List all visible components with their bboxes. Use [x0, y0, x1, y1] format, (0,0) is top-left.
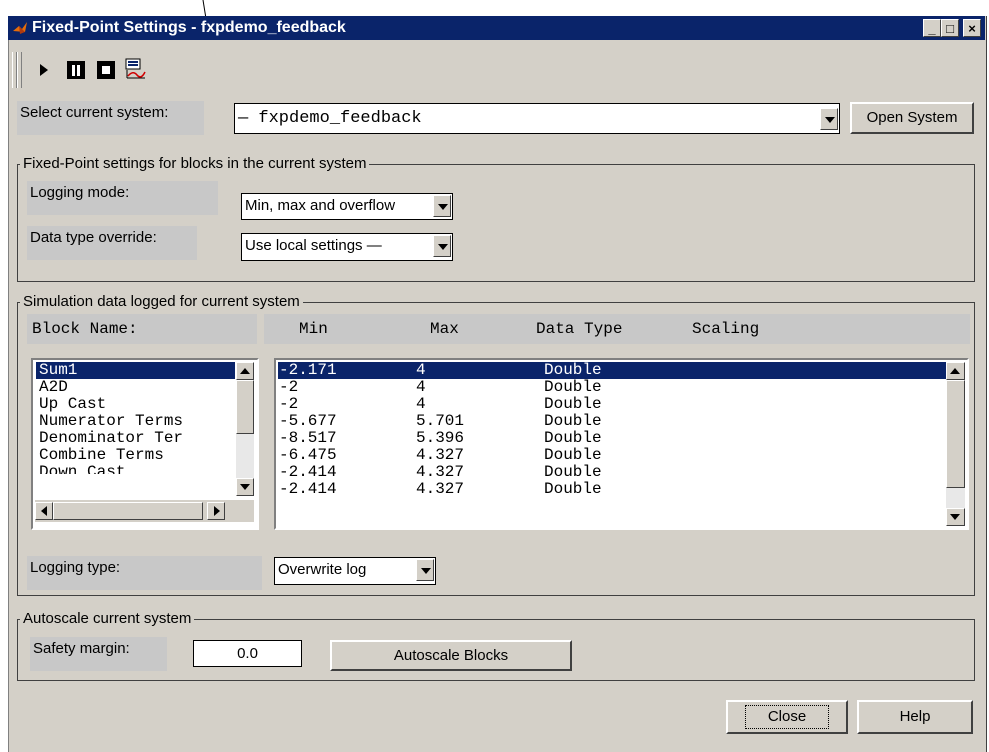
data-type-override-label: Data type override:: [27, 226, 197, 260]
chevron-down-icon[interactable]: [433, 235, 451, 257]
table-cell-type[interactable]: Double: [544, 379, 602, 396]
logging-mode-label: Logging mode:: [27, 181, 218, 215]
list-item[interactable]: Up Cast: [39, 396, 106, 413]
col-min-header: Min: [299, 320, 328, 338]
list-item[interactable]: Sum1: [36, 362, 235, 379]
table-cell-min[interactable]: -2.171: [279, 362, 337, 379]
table-cell-type[interactable]: Double: [544, 430, 602, 447]
table-cell-max[interactable]: 4.327: [416, 481, 464, 498]
table-cell-type[interactable]: Double: [544, 413, 602, 430]
scroll-up-icon[interactable]: [236, 362, 254, 380]
pause-icon[interactable]: [66, 60, 86, 80]
col-scaling-header: Scaling: [692, 320, 760, 338]
autoscale-blocks-button[interactable]: Autoscale Blocks: [330, 640, 572, 671]
hscroll-thumb[interactable]: [53, 502, 203, 520]
table-cell-max[interactable]: 4: [416, 379, 426, 396]
table-cell-min[interactable]: -2.414: [279, 464, 337, 481]
scroll-left-icon[interactable]: [35, 502, 53, 520]
window-title: Fixed-Point Settings - fxpdemo_feedback: [32, 19, 346, 36]
scroll-up-icon[interactable]: [946, 362, 965, 380]
table-cell-min[interactable]: -5.677: [279, 413, 337, 430]
select-system-label: Select current system:: [17, 101, 204, 135]
table-cell-type[interactable]: Double: [544, 362, 602, 379]
help-button[interactable]: Help: [857, 700, 973, 734]
list-item[interactable]: A2D: [39, 379, 68, 396]
table-cell-type[interactable]: Double: [544, 396, 602, 413]
table-cell-min[interactable]: -2: [279, 379, 298, 396]
logging-type-label: Logging type:: [27, 556, 262, 590]
table-cell-type[interactable]: Double: [544, 447, 602, 464]
table-cell-max[interactable]: 4.327: [416, 464, 464, 481]
scroll-down-icon[interactable]: [236, 478, 254, 496]
table-cell-min[interactable]: -2: [279, 396, 298, 413]
close-button[interactable]: Close: [726, 700, 848, 734]
table-cell-max[interactable]: 5.396: [416, 430, 464, 447]
block-name-header: Block Name:: [32, 320, 138, 338]
plot-icon[interactable]: [125, 58, 147, 80]
logging-mode-select[interactable]: Min, max and overflow: [241, 193, 453, 220]
logging-type-value: Overwrite log: [278, 561, 367, 578]
logging-mode-value: Min, max and overflow: [245, 197, 396, 214]
close-window-button[interactable]: ×: [963, 19, 981, 37]
stop-icon[interactable]: [96, 60, 116, 80]
data-type-override-select[interactable]: Use local settings —: [241, 233, 453, 261]
data-table-list[interactable]: -2.171 4 Double -2 4 Double -2 4 Double -5.677 5.7…: [274, 358, 969, 530]
close-button-label: Close: [744, 705, 830, 729]
scroll-down-icon[interactable]: [946, 508, 965, 526]
table-vscrollbar[interactable]: [946, 362, 965, 526]
table-cell-max[interactable]: 4: [416, 396, 426, 413]
table-cell-max[interactable]: 4.327: [416, 447, 464, 464]
scroll-thumb[interactable]: [236, 380, 254, 434]
safety-margin-label: Safety margin:: [30, 637, 167, 671]
simulation-group-title: Simulation data logged for current syste…: [20, 293, 303, 310]
scroll-right-icon[interactable]: [207, 502, 225, 520]
fixed-point-group-title: Fixed-Point settings for blocks in the c…: [20, 155, 370, 172]
chevron-down-icon[interactable]: [820, 108, 838, 130]
col-max-header: Max: [430, 320, 459, 338]
system-select[interactable]: — fxpdemo_feedback: [234, 103, 840, 134]
table-cell-min[interactable]: -2.414: [279, 481, 337, 498]
table-cell-min[interactable]: -8.517: [279, 430, 337, 447]
table-cell-max[interactable]: 4: [416, 362, 426, 379]
scroll-thumb[interactable]: [946, 380, 965, 488]
system-select-value: — fxpdemo_feedback: [238, 109, 422, 128]
chevron-down-icon[interactable]: [416, 559, 434, 581]
list-item[interactable]: Numerator Terms: [39, 413, 183, 430]
maximize-button[interactable]: □: [941, 19, 959, 37]
block-name-list[interactable]: Sum1 A2D Up Cast Numerator Terms Denomin…: [31, 358, 259, 530]
table-row-selected-bg: [278, 362, 946, 379]
open-system-button[interactable]: Open System: [850, 102, 974, 134]
minimize-button[interactable]: _: [923, 19, 941, 37]
play-icon[interactable]: [38, 61, 50, 79]
block-list-vscrollbar[interactable]: [236, 362, 254, 496]
logging-type-select[interactable]: Overwrite log: [274, 557, 436, 585]
title-bar: Fixed-Point Settings - fxpdemo_feedback …: [8, 16, 985, 40]
chevron-down-icon[interactable]: [433, 195, 451, 217]
matlab-logo-icon: [13, 22, 27, 34]
autoscale-group-title: Autoscale current system: [20, 610, 195, 627]
data-type-override-value: Use local settings —: [245, 237, 382, 254]
safety-margin-field[interactable]: 0.0: [193, 640, 302, 667]
col-type-header: Data Type: [536, 320, 623, 338]
table-cell-type[interactable]: Double: [544, 481, 602, 498]
safety-margin-value: 0.0: [237, 645, 258, 662]
table-cell-max[interactable]: 5.701: [416, 413, 464, 430]
list-item[interactable]: Down Cast: [39, 464, 125, 474]
block-list-hscrollbar[interactable]: [35, 500, 254, 522]
table-cell-min[interactable]: -6.475: [279, 447, 337, 464]
list-item[interactable]: Combine Terms: [39, 447, 164, 464]
table-cell-type[interactable]: Double: [544, 464, 602, 481]
list-item[interactable]: Denominator Ter: [39, 430, 183, 447]
toolbar-grip-2: [17, 52, 22, 88]
